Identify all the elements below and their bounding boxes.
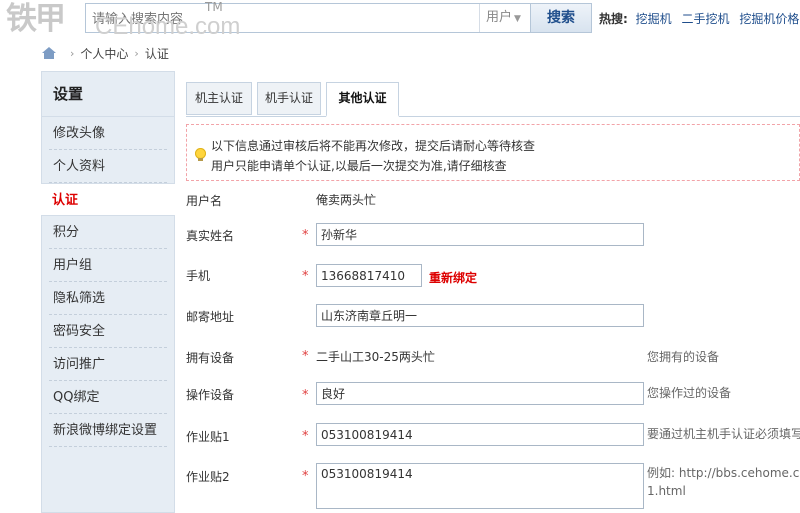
breadcrumb-verification: 认证 [144, 46, 169, 61]
required-mark: * [302, 388, 309, 403]
breadcrumb-personal-center[interactable]: 个人中心 [80, 45, 128, 62]
sidebar-item-user-group[interactable]: 用户组 [49, 249, 167, 282]
breadcrumb-separator: › [134, 46, 139, 60]
search-scope-label: 用户 [486, 10, 513, 25]
required-mark: * [302, 469, 309, 484]
settings-sidebar: 设置 修改头像 个人资料 认证 积分 用户组 隐私筛选 密码安全 访问推广 QQ… [41, 71, 175, 513]
notice-line-2: 用户只能申请单个认证,以最后一次提交为准,请仔细核查 [211, 159, 507, 173]
search-scope-dropdown[interactable]: 用户 ▼ [479, 4, 531, 32]
post2-hint-line-1: 例如: http://bbs.cehome.c [647, 466, 800, 480]
sidebar-item-profile[interactable]: 个人资料 [49, 150, 167, 183]
notice-line-1: 以下信息通过审核后将不能再次修改，提交后请耐心等待核查 [211, 139, 536, 153]
post2-field[interactable]: 053100819414 [316, 463, 644, 509]
sidebar-item-points[interactable]: 积分 [49, 216, 167, 249]
username-label: 用户名 [186, 194, 223, 208]
required-mark: * [302, 429, 309, 444]
tab-operator-verification[interactable]: 机手认证 [257, 82, 321, 115]
main-content: 机主认证 机手认证 其他认证 以下信息通过审核后将不能再次修改，提交后请耐心等待… [175, 71, 800, 513]
sidebar-item-privacy[interactable]: 隐私筛选 [49, 282, 167, 315]
sidebar-item-avatar[interactable]: 修改头像 [49, 117, 167, 150]
realname-field[interactable] [316, 223, 644, 246]
phone-field[interactable] [316, 264, 422, 287]
notice-box: 以下信息通过审核后将不能再次修改，提交后请耐心等待核查 用户只能申请单个认证,以… [186, 124, 800, 181]
username-value: 俺卖两头忙 [316, 193, 377, 207]
logo-english-text: CEhome.com [95, 13, 241, 40]
lightbulb-icon-base [198, 158, 203, 161]
equipment-value: 二手山工30-25两头忙 [316, 350, 435, 364]
hot-search: 热搜: 挖掘机 二手挖机 挖掘机价格 [599, 10, 800, 27]
breadcrumb-separator: › [70, 46, 75, 60]
breadcrumb: › 个人中心 › 认证 [42, 44, 169, 62]
phone-label: 手机 [186, 269, 211, 283]
operate-field[interactable] [316, 382, 644, 405]
address-field[interactable] [316, 304, 644, 327]
post1-field[interactable] [316, 423, 644, 446]
operate-hint: 您操作过的设备 [647, 386, 732, 400]
realname-label: 真实姓名 [186, 229, 235, 243]
hot-link-used-excavator[interactable]: 二手挖机 [681, 12, 729, 26]
required-mark: * [302, 349, 309, 364]
sidebar-title: 设置 [42, 72, 174, 117]
sidebar-item-password[interactable]: 密码安全 [49, 315, 167, 348]
tab-other-verification[interactable]: 其他认证 [326, 82, 399, 117]
home-icon[interactable] [42, 47, 56, 59]
tab-owner-verification[interactable]: 机主认证 [186, 82, 252, 115]
required-mark: * [302, 269, 309, 284]
post2-hint-line-2: 1.html [647, 484, 686, 498]
hot-link-excavator[interactable]: 挖掘机 [636, 12, 672, 26]
address-label: 邮寄地址 [186, 310, 235, 324]
logo-chinese-text: 铁甲 [6, 1, 66, 37]
equipment-hint: 您拥有的设备 [647, 350, 720, 364]
post2-label: 作业贴2 [186, 470, 230, 484]
operate-label: 操作设备 [186, 388, 235, 402]
sidebar-item-verification[interactable]: 认证 [41, 183, 175, 216]
hot-link-excavator-price[interactable]: 挖掘机价格 [739, 12, 799, 26]
chevron-down-icon: ▼ [514, 14, 521, 24]
top-header: 铁甲 用户▼ TM CEhome.com 搜索 热搜: 挖掘机 二手挖机 挖掘机… [0, 0, 800, 40]
equipment-label: 拥有设备 [186, 351, 235, 365]
required-mark: * [302, 228, 309, 243]
logo-trademark: TM [205, 0, 223, 14]
post1-label: 作业贴1 [186, 430, 230, 444]
site-logo[interactable]: 铁甲 [6, 1, 66, 37]
search-button[interactable]: 搜索 [530, 3, 592, 33]
hot-search-label: 热搜: [599, 12, 628, 26]
post1-hint: 要通过机主机手认证必须填写 [647, 427, 800, 441]
sidebar-item-weibo-binding[interactable]: 新浪微博绑定设置 [49, 414, 167, 447]
sidebar-item-promotion[interactable]: 访问推广 [49, 348, 167, 381]
sidebar-item-qq-binding[interactable]: QQ绑定 [49, 381, 167, 414]
rebind-phone-link[interactable]: 重新绑定 [429, 269, 477, 286]
verification-tabs: 机主认证 机手认证 其他认证 [186, 82, 800, 117]
